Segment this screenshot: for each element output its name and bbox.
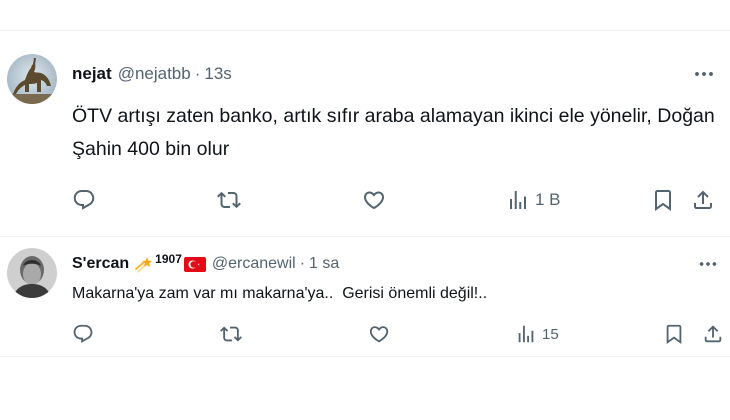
tweet-text-line: ÖTV artışı zaten banko, artık sıfır arab… — [72, 105, 715, 127]
share-button[interactable] — [702, 323, 724, 345]
more-icon — [697, 253, 719, 275]
reply-button[interactable] — [72, 188, 96, 212]
like-button[interactable] — [362, 188, 386, 212]
share-button[interactable] — [691, 188, 715, 212]
more-options-button[interactable] — [692, 62, 716, 86]
tweet-text: Makarna'ya zam var mı makarna'ya.. Geris… — [72, 285, 488, 302]
share-icon — [691, 188, 715, 212]
reply-icon — [72, 188, 96, 212]
author-handle[interactable]: @nejatbb — [118, 64, 191, 84]
turkey-flag-emoji — [183, 256, 206, 272]
bookmark-icon — [663, 323, 685, 345]
more-options-button[interactable] — [697, 253, 719, 275]
author-name[interactable]: S'ercan — [72, 255, 129, 273]
avatar[interactable] — [7, 248, 57, 298]
like-button[interactable] — [368, 323, 390, 345]
more-icon — [692, 62, 716, 86]
bookmark-button[interactable] — [663, 323, 685, 345]
retweet-button[interactable] — [220, 323, 242, 345]
tweet-header: nejat @nejatbb · 13s — [72, 62, 232, 86]
heart-icon — [368, 323, 390, 345]
retweet-button[interactable] — [217, 188, 241, 212]
author-handle[interactable]: @ercanewil — [212, 255, 296, 273]
separator-dot: · — [299, 255, 306, 272]
tweet-text: ÖTV artışı zaten banko, artık sıfır arab… — [72, 100, 715, 166]
retweet-icon — [220, 323, 242, 345]
views-button[interactable]: 1 B — [506, 188, 561, 212]
reply-icon — [72, 323, 94, 345]
views-icon — [506, 188, 530, 212]
views-button[interactable]: 15 — [515, 323, 559, 345]
shooting-star-emoji — [134, 254, 154, 274]
timestamp[interactable]: 13s — [204, 64, 231, 84]
tweet-text-line: Şahin 400 bin olur — [72, 138, 230, 160]
reply-button[interactable] — [72, 323, 94, 345]
author-name[interactable]: nejat — [72, 64, 112, 84]
bottom-divider — [0, 356, 730, 357]
view-count: 15 — [542, 325, 559, 343]
separator-dot: · — [194, 64, 201, 83]
bookmark-icon — [651, 188, 675, 212]
tweet-nejat[interactable]: nejat @nejatbb · 13s ÖTV artışı zaten ba… — [0, 0, 730, 236]
bookmark-button[interactable] — [651, 188, 675, 212]
heart-icon — [362, 188, 386, 212]
share-icon — [702, 323, 724, 345]
tweet-sercan[interactable]: S'ercan 1907 @ercanewil · 1 sa Makarna'y… — [0, 237, 730, 355]
tweet-header: S'ercan 1907 @ercanewil · 1 sa — [72, 252, 339, 275]
view-count: 1 B — [535, 190, 561, 209]
timestamp[interactable]: 1 sa — [309, 255, 339, 273]
retweet-icon — [217, 188, 241, 212]
views-icon — [515, 323, 537, 345]
badge-number: 1907 — [155, 252, 182, 266]
avatar[interactable] — [7, 54, 57, 104]
